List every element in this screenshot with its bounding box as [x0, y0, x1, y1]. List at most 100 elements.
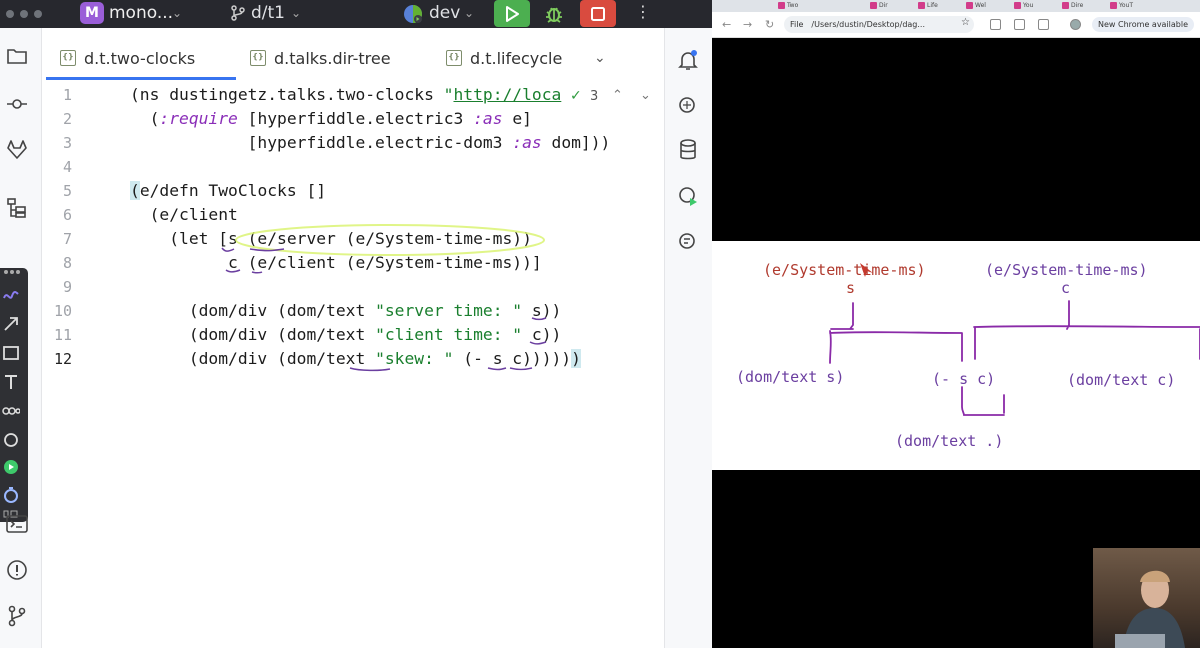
code-line-1[interactable]: (ns dustingetz.talks.two-clocks "http://… — [130, 85, 561, 104]
forward-arrow-icon[interactable]: → — [743, 18, 752, 31]
tab-dir-tree[interactable]: {} d.talks.dir-tree — [250, 46, 391, 70]
inspection-check-icon[interactable]: ✓ — [570, 88, 582, 104]
branch-name[interactable]: d/t1 — [251, 3, 285, 23]
line-number: 10 — [53, 302, 72, 320]
browser-tab[interactable]: YouT — [1110, 0, 1133, 10]
tab-favicon-icon — [1062, 1, 1069, 9]
browser-tab[interactable]: Wel — [966, 0, 986, 10]
gitlab-icon[interactable] — [5, 138, 29, 162]
url-text: /Users/dustin/Desktop/dag... — [811, 20, 925, 29]
right-tool-window-bar — [664, 28, 712, 648]
window-controls[interactable] — [6, 10, 42, 18]
chevron-down-icon[interactable]: ⌄ — [172, 6, 182, 20]
color-picker-icon[interactable] — [2, 458, 20, 476]
tab-favicon-icon — [1014, 1, 1021, 9]
line-number: 11 — [53, 326, 72, 344]
annotation-toolbar — [0, 268, 28, 522]
skew-edge — [961, 386, 1005, 416]
run-remote-icon[interactable] — [676, 184, 700, 208]
project-name[interactable]: mono... — [109, 3, 173, 23]
play-icon — [506, 5, 519, 22]
line-number: 6 — [62, 206, 72, 224]
bookmark-star-icon[interactable]: ☆ — [961, 17, 970, 28]
tab-label: d.talks.dir-tree — [274, 48, 391, 68]
dataflow-diagram: (e/System-time-ms) s (e/System-time-ms) … — [736, 261, 1200, 450]
tab-favicon-icon — [778, 1, 785, 9]
structure-icon[interactable] — [5, 196, 29, 220]
arrow-tool-icon[interactable] — [2, 315, 20, 333]
notifications-bell-icon[interactable] — [676, 48, 700, 72]
code-line-11[interactable]: (dom/div (dom/text "client time: " c)) — [130, 325, 562, 344]
line-number: 2 — [62, 110, 72, 128]
tab-two-clocks[interactable]: {} d.t.two-clocks — [60, 46, 195, 70]
git-branch-icon[interactable] — [229, 4, 247, 22]
chevron-down-icon[interactable]: ⌄ — [640, 88, 651, 103]
commit-icon[interactable] — [5, 92, 29, 116]
server-branch — [829, 330, 963, 364]
clojure-file-icon: {} — [250, 50, 266, 66]
ide-window: M mono... ⌄ d/t1 ⌄ dev ⌄ ⋮ {} d.t.two-cl… — [0, 0, 712, 648]
browser-tab[interactable]: Two — [778, 0, 798, 10]
clojure-file-icon: {} — [60, 50, 76, 66]
extension-icon[interactable] — [1014, 19, 1025, 30]
reload-icon[interactable]: ↻ — [765, 18, 774, 31]
chevron-down-icon[interactable]: ⌄ — [291, 6, 301, 20]
code-line-10[interactable]: (dom/div (dom/text "server time: " s)) — [130, 301, 562, 320]
ai-assistant-icon[interactable] — [676, 94, 700, 118]
run-config-name[interactable]: dev — [429, 3, 460, 23]
address-bar[interactable]: File/Users/dustin/Desktop/dag... — [784, 16, 974, 33]
clojure-file-icon: {} — [446, 50, 462, 66]
browser-toolbar: ← → ↻ File/Users/dustin/Desktop/dag... ☆… — [712, 12, 1200, 38]
speaker-video-thumbnail — [1093, 548, 1200, 648]
pen-icon[interactable] — [2, 286, 20, 304]
inspection-count[interactable]: 3 — [590, 89, 598, 104]
chevron-down-icon[interactable]: ⌄ — [464, 6, 474, 20]
more-actions-icon[interactable]: ⋮ — [628, 2, 658, 21]
line-number: 5 — [62, 182, 72, 200]
git-icon[interactable] — [5, 604, 29, 628]
back-arrow-icon[interactable]: ← — [722, 18, 731, 31]
browser-tab[interactable]: Dire — [1062, 0, 1083, 10]
update-chip[interactable]: New Chrome available — [1092, 17, 1195, 32]
code-line-8[interactable]: c (e/client (e/System-time-ms))] — [130, 253, 542, 272]
left-tool-window-bar — [0, 28, 42, 648]
stop-button[interactable] — [580, 0, 616, 27]
run-button[interactable] — [494, 0, 530, 27]
node-skew: (- s c) — [932, 370, 995, 388]
browser-tab[interactable]: You — [1014, 0, 1033, 10]
tab-label: d.t.two-clocks — [84, 48, 196, 68]
database-icon[interactable] — [676, 138, 700, 162]
undo-tool-icon[interactable] — [2, 431, 20, 449]
pointer-tools-icon[interactable] — [2, 268, 20, 286]
ide-title-bar: M mono... ⌄ d/t1 ⌄ dev ⌄ ⋮ — [0, 0, 712, 28]
client-branch — [973, 300, 1200, 360]
code-line-2[interactable]: (:require [hyperfiddle.electric3 :as e] — [130, 109, 532, 128]
tab-list-chevron-icon[interactable]: ⌄ — [594, 50, 606, 66]
terminal-icon[interactable] — [5, 512, 29, 536]
editor-tabs: {} d.t.two-clocks {} d.talks.dir-tree {}… — [42, 40, 662, 76]
folder-icon[interactable] — [5, 44, 29, 68]
profile-avatar[interactable] — [1070, 19, 1081, 30]
extension-icon[interactable] — [1038, 19, 1049, 30]
debug-bug-icon[interactable] — [542, 2, 566, 26]
timer-tool-icon[interactable] — [2, 486, 20, 504]
code-line-5[interactable]: (e/defn TwoClocks [] — [130, 181, 326, 200]
ai-chat-icon[interactable] — [676, 230, 700, 254]
clojure-run-config-icon[interactable] — [401, 3, 425, 25]
browser-tab[interactable]: Dir — [870, 0, 888, 10]
code-line-7[interactable]: (let [s (e/server (e/System-time-ms)) — [130, 229, 532, 248]
tab-favicon-icon — [918, 1, 925, 9]
code-line-3[interactable]: [hyperfiddle.electric-dom3 :as dom])) — [130, 133, 611, 152]
code-line-6[interactable]: (e/client — [130, 205, 238, 224]
text-tool-icon[interactable] — [2, 373, 20, 391]
spotlight-tool-icon[interactable] — [2, 402, 20, 420]
rectangle-tool-icon[interactable] — [2, 344, 20, 362]
chevron-up-icon[interactable]: ⌃ — [612, 88, 623, 103]
problems-icon[interactable] — [5, 558, 29, 582]
code-line-12[interactable]: (dom/div (dom/text "skew: " (- s c)))))) — [130, 349, 581, 368]
browser-tab[interactable]: Life — [918, 0, 938, 10]
tab-lifecycle[interactable]: {} d.t.lifecycle — [446, 46, 562, 70]
extension-icon[interactable] — [990, 19, 1001, 30]
project-badge[interactable]: M — [80, 2, 104, 24]
line-number: 8 — [62, 254, 72, 272]
